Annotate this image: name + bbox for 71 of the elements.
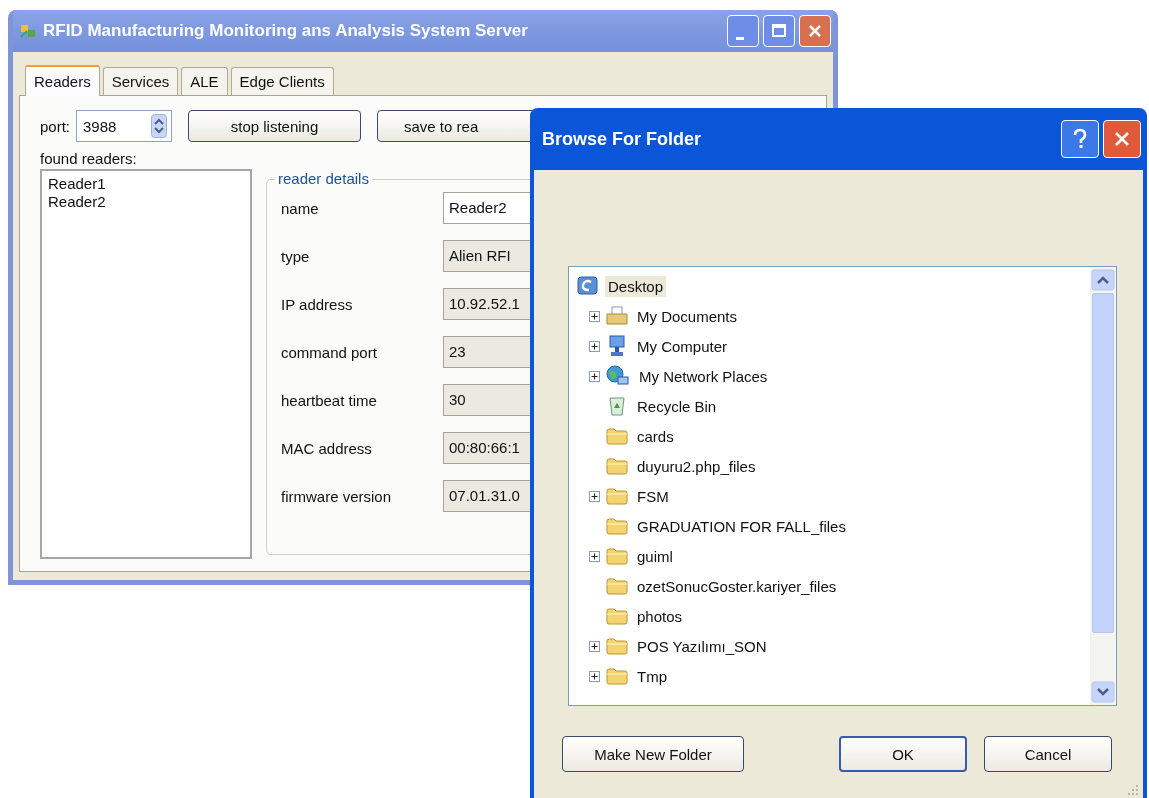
stop-listening-button[interactable]: stop listening <box>188 110 361 142</box>
folder-icon <box>606 517 628 535</box>
port-label: port: <box>40 117 70 135</box>
tree-item[interactable]: ozetSonucGoster.kariyer_files <box>634 575 840 597</box>
minimize-icon <box>736 36 744 40</box>
maximize-button[interactable] <box>763 15 795 47</box>
expand-icon[interactable] <box>589 310 600 322</box>
tree-item[interactable]: Recycle Bin <box>634 395 720 417</box>
tab[interactable]: ALE <box>181 67 228 95</box>
reader-list-item[interactable]: Reader1 <box>48 175 244 193</box>
close-button[interactable] <box>1103 120 1141 158</box>
found-readers-label: found readers: <box>40 150 138 167</box>
tree-item[interactable]: POS Yazılımı_SON <box>634 635 770 657</box>
tree-item[interactable]: cards <box>634 425 677 447</box>
tree-item[interactable]: FSM <box>634 485 672 507</box>
folder-icon <box>606 607 628 625</box>
tab[interactable]: Readers <box>25 65 100 96</box>
tab[interactable]: Edge Clients <box>230 67 334 95</box>
help-button[interactable] <box>1061 120 1099 158</box>
recycle-bin-icon <box>606 395 628 417</box>
expand-icon[interactable] <box>589 550 600 562</box>
expand-icon[interactable] <box>589 340 600 352</box>
app-icon <box>19 22 37 40</box>
tree-item[interactable]: Desktop <box>605 275 667 297</box>
scrollbar[interactable] <box>1090 267 1116 705</box>
dialog-button[interactable]: Make New Folder <box>562 736 744 772</box>
folder-icon <box>606 637 628 655</box>
minimize-button[interactable] <box>727 15 759 47</box>
close-icon <box>807 23 823 39</box>
tree-item[interactable]: duyuru2.php_files <box>634 455 759 477</box>
folder-icon <box>606 547 628 565</box>
tree-item[interactable]: My Network Places <box>636 365 771 387</box>
desktop-icon <box>577 276 599 296</box>
expand-icon[interactable] <box>589 670 600 682</box>
field-label: MAC address <box>281 439 373 457</box>
field-label: IP address <box>281 295 354 313</box>
folder-icon <box>606 577 628 595</box>
field-label: type <box>281 247 311 265</box>
tree-item[interactable]: guiml <box>634 545 676 567</box>
tree-item[interactable]: My Documents <box>634 305 741 327</box>
dialog-button[interactable]: Cancel <box>984 736 1112 772</box>
scroll-down-button[interactable] <box>1091 681 1115 703</box>
reader-list-item[interactable]: Reader2 <box>48 193 244 211</box>
tree-item[interactable]: GRADUATION FOR FALL_files <box>634 515 849 537</box>
port-spinner[interactable]: 3988 <box>76 110 172 142</box>
group-title: reader details <box>275 170 372 187</box>
expand-icon[interactable] <box>589 490 600 502</box>
close-icon <box>1113 130 1131 148</box>
field-label: command port <box>281 343 378 361</box>
field-label: heartbeat time <box>281 391 378 409</box>
network-icon <box>606 365 630 387</box>
computer-icon <box>606 335 628 357</box>
folder-icon <box>606 487 628 505</box>
dialog-button[interactable]: OK <box>839 736 967 772</box>
folder-icon <box>606 427 628 445</box>
tree-item[interactable]: photos <box>634 605 686 627</box>
close-button[interactable] <box>799 15 831 47</box>
field-label: firmware version <box>281 487 393 505</box>
field-label: name <box>281 199 320 217</box>
folder-icon <box>606 667 628 685</box>
tree-item[interactable]: Tmp <box>634 665 670 687</box>
window-title: RFID Manufacturing Monitoring ans Analysis System Server <box>43 21 529 41</box>
tree-item[interactable]: My Computer <box>634 335 731 357</box>
tab[interactable]: Services <box>102 67 179 95</box>
help-icon <box>1071 128 1089 150</box>
scroll-up-button[interactable] <box>1091 269 1115 291</box>
resize-grip[interactable] <box>1127 784 1139 796</box>
folder-icon <box>606 457 628 475</box>
expand-icon[interactable] <box>589 640 600 652</box>
expand-icon[interactable] <box>589 370 600 382</box>
maximize-icon <box>771 23 787 39</box>
